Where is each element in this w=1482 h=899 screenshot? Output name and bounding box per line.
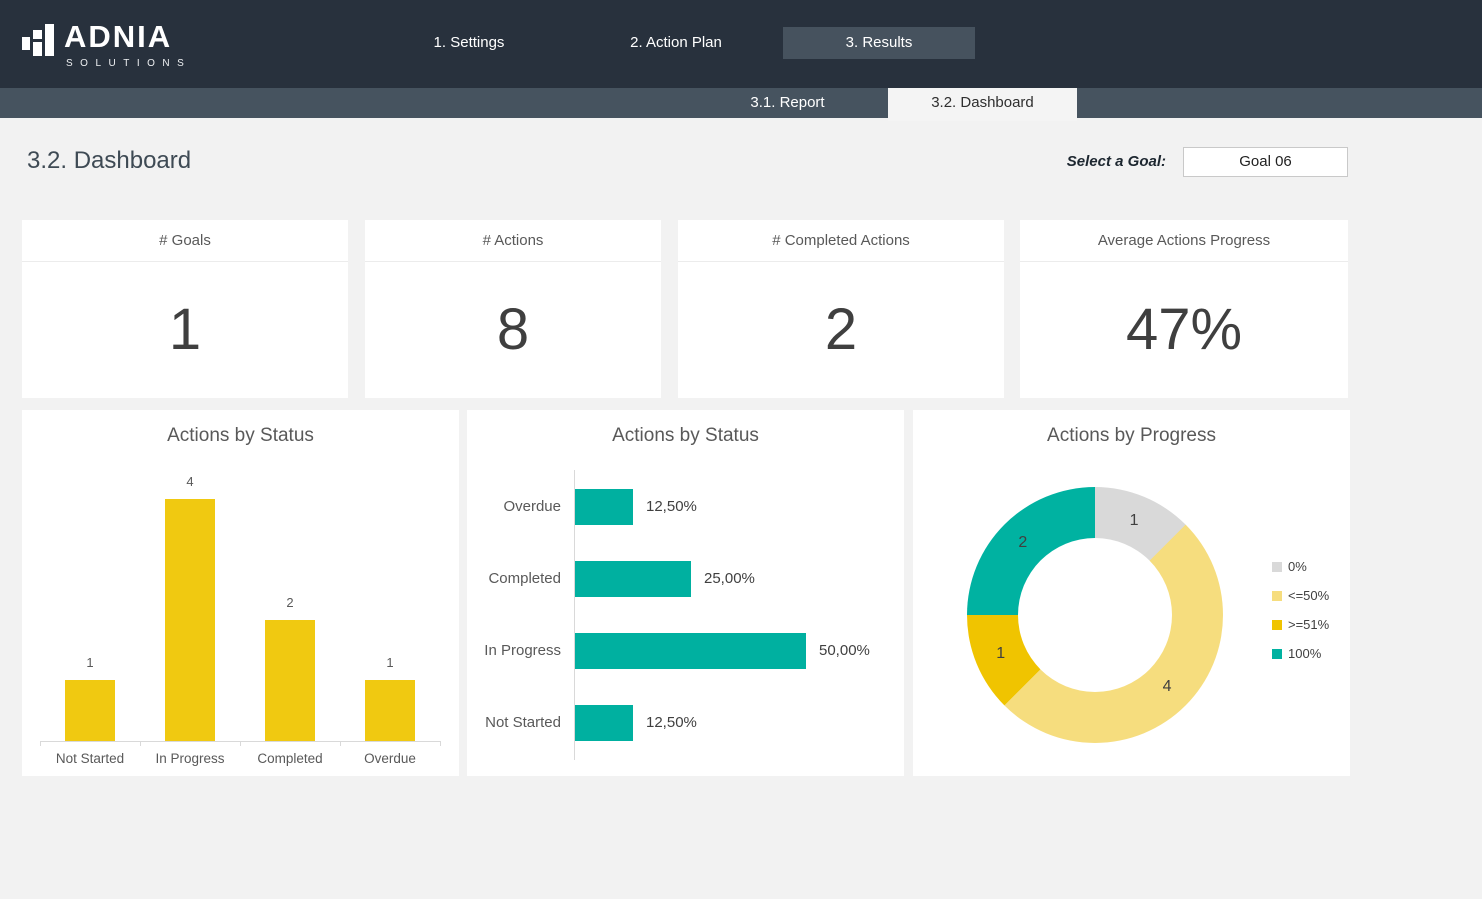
kpi-card-actions: # Actions 8 — [365, 220, 661, 398]
bar — [575, 633, 806, 669]
kpi-label: # Completed Actions — [678, 220, 1004, 262]
legend-item: <=50% — [1272, 587, 1329, 604]
x-category-label: Not Started — [40, 751, 140, 766]
bar-value-label: 1 — [40, 655, 140, 670]
nav-tab-settings[interactable]: 1. Settings — [399, 27, 539, 59]
kpi-label: # Goals — [22, 220, 348, 262]
x-category-label: In Progress — [140, 751, 240, 766]
donut-chart-card: Actions by Progress 0% <=50% >=51% 100% 1 4 1… — [913, 410, 1350, 776]
kpi-label: # Actions — [365, 220, 661, 262]
y-category-label: In Progress — [467, 633, 561, 669]
x-axis-tick — [440, 741, 441, 746]
chart-title: Actions by Status — [22, 425, 459, 447]
legend-label: <=50% — [1288, 588, 1329, 603]
bar-value-label: 2 — [240, 595, 340, 610]
adnia-logo-text: ADNIA SOLUTIONS — [64, 22, 191, 69]
bar-value-label: 4 — [140, 474, 240, 489]
donut-legend: 0% <=50% >=51% 100% — [1272, 558, 1329, 662]
y-category-label: Completed — [467, 561, 561, 597]
kpi-value: 8 — [365, 262, 661, 397]
app-header: ADNIA SOLUTIONS 1. Settings 2. Action Pl… — [0, 0, 1482, 88]
bar-value-label: 50,00% — [819, 633, 870, 669]
slice-value-label: 1 — [1119, 511, 1149, 531]
slice-value-label: 2 — [1008, 533, 1038, 553]
kpi-value: 1 — [22, 262, 348, 397]
hbar-chart-card: Actions by Status 12,50% Overdue 25,00% Com… — [467, 410, 904, 776]
goal-selector-label: Select a Goal: — [956, 153, 1166, 170]
x-category-label: Completed — [240, 751, 340, 766]
legend-label: 0% — [1288, 559, 1307, 574]
bar-value-label: 1 — [340, 655, 440, 670]
slice-value-label: 1 — [986, 644, 1016, 664]
bar — [575, 705, 633, 741]
kpi-value: 2 — [678, 262, 1004, 397]
x-category-label: Overdue — [340, 751, 440, 766]
legend-item: 100% — [1272, 645, 1329, 662]
legend-item: 0% — [1272, 558, 1329, 575]
legend-swatch — [1272, 562, 1282, 572]
y-category-label: Not Started — [467, 705, 561, 741]
legend-swatch — [1272, 649, 1282, 659]
logo-subtitle: SOLUTIONS — [66, 58, 191, 69]
x-axis-tick — [40, 741, 41, 746]
legend-swatch — [1272, 620, 1282, 630]
kpi-label: Average Actions Progress — [1020, 220, 1348, 262]
adnia-logo: ADNIA SOLUTIONS — [22, 22, 191, 69]
dashboard-page: ADNIA SOLUTIONS 1. Settings 2. Action Pl… — [0, 0, 1482, 899]
bar-value-label: 25,00% — [704, 561, 755, 597]
slice-value-label: 4 — [1152, 677, 1182, 697]
donut-hole — [1018, 538, 1172, 692]
bar — [575, 561, 691, 597]
y-category-label: Overdue — [467, 489, 561, 525]
bar — [365, 680, 415, 741]
x-axis-tick — [240, 741, 241, 746]
bar-value-label: 12,50% — [646, 705, 697, 741]
bar — [265, 620, 315, 741]
bar-value-label: 12,50% — [646, 489, 697, 525]
nav-tab-results[interactable]: 3. Results — [783, 27, 975, 59]
goal-select[interactable]: Goal 06 — [1183, 147, 1348, 177]
bar — [65, 680, 115, 741]
subnav-tab-report[interactable]: 3.1. Report — [700, 88, 875, 118]
logo-name: ADNIA — [64, 22, 191, 52]
column-chart-card: Actions by Status 1 Not Started 4 In Progre… — [22, 410, 459, 776]
kpi-card-goals: # Goals 1 — [22, 220, 348, 398]
page-title: 3.2. Dashboard — [27, 147, 191, 175]
subnav-tab-dashboard[interactable]: 3.2. Dashboard — [888, 88, 1077, 121]
x-axis-tick — [140, 741, 141, 746]
kpi-value: 47% — [1020, 262, 1348, 397]
kpi-card-average-progress: Average Actions Progress 47% — [1020, 220, 1348, 398]
x-axis-tick — [340, 741, 341, 746]
legend-label: >=51% — [1288, 617, 1329, 632]
bar — [165, 499, 215, 741]
bar-chart-logo-icon — [22, 22, 54, 56]
legend-item: >=51% — [1272, 616, 1329, 633]
legend-label: 100% — [1288, 646, 1321, 661]
nav-tab-action-plan[interactable]: 2. Action Plan — [601, 27, 751, 59]
kpi-card-completed-actions: # Completed Actions 2 — [678, 220, 1004, 398]
legend-swatch — [1272, 591, 1282, 601]
chart-title: Actions by Status — [467, 425, 904, 447]
chart-title: Actions by Progress — [913, 425, 1350, 447]
bar — [575, 489, 633, 525]
